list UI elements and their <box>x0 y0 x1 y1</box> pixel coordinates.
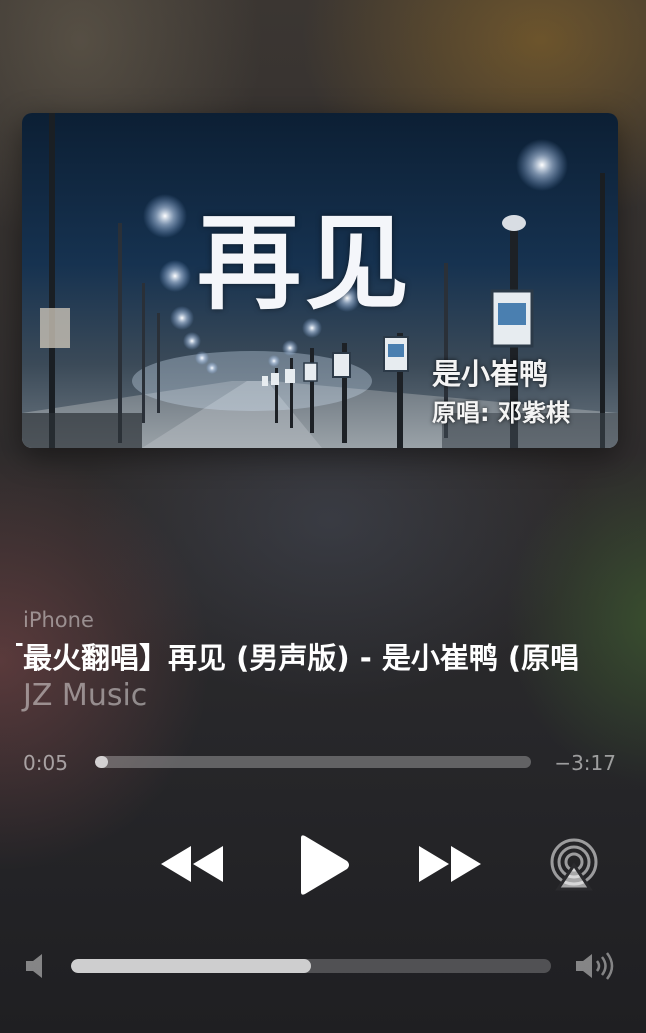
fast-forward-icon <box>419 846 481 882</box>
artwork-original-singer-text: 原唱: 邓紫棋 <box>432 399 570 427</box>
track-title: 「最火翻唱】再见 (男声版) - 是小崔鸭 (原唱 <box>16 641 580 675</box>
playback-scrubber[interactable] <box>95 756 531 768</box>
airplay-icon <box>550 838 598 891</box>
volume-level-fill <box>71 959 311 973</box>
remaining-time: −3:17 <box>554 751 616 775</box>
fast-forward-button[interactable] <box>414 838 486 890</box>
track-title-marquee: 「最火翻唱】再见 (男声版) - 是小崔鸭 (原唱 <box>16 638 624 678</box>
volume-max-icon <box>574 950 618 982</box>
volume-slider[interactable] <box>71 959 551 973</box>
rewind-button[interactable] <box>156 838 228 890</box>
artwork-artist-text: 是小崔鸭 <box>432 357 549 391</box>
album-artwork: 再见 是小崔鸭 原唱: 邓紫棋 <box>22 113 618 448</box>
rewind-icon <box>161 846 223 882</box>
elapsed-time: 0:05 <box>23 751 68 775</box>
artwork-title-text: 再见 <box>197 201 414 324</box>
output-device-label: iPhone <box>23 608 94 632</box>
play-icon <box>301 835 349 895</box>
play-button[interactable] <box>290 830 356 900</box>
airplay-button[interactable] <box>544 834 604 894</box>
track-artist[interactable]: JZ Music <box>23 678 147 713</box>
scrubber-progress-fill <box>95 756 109 768</box>
volume-min-icon <box>24 952 46 980</box>
